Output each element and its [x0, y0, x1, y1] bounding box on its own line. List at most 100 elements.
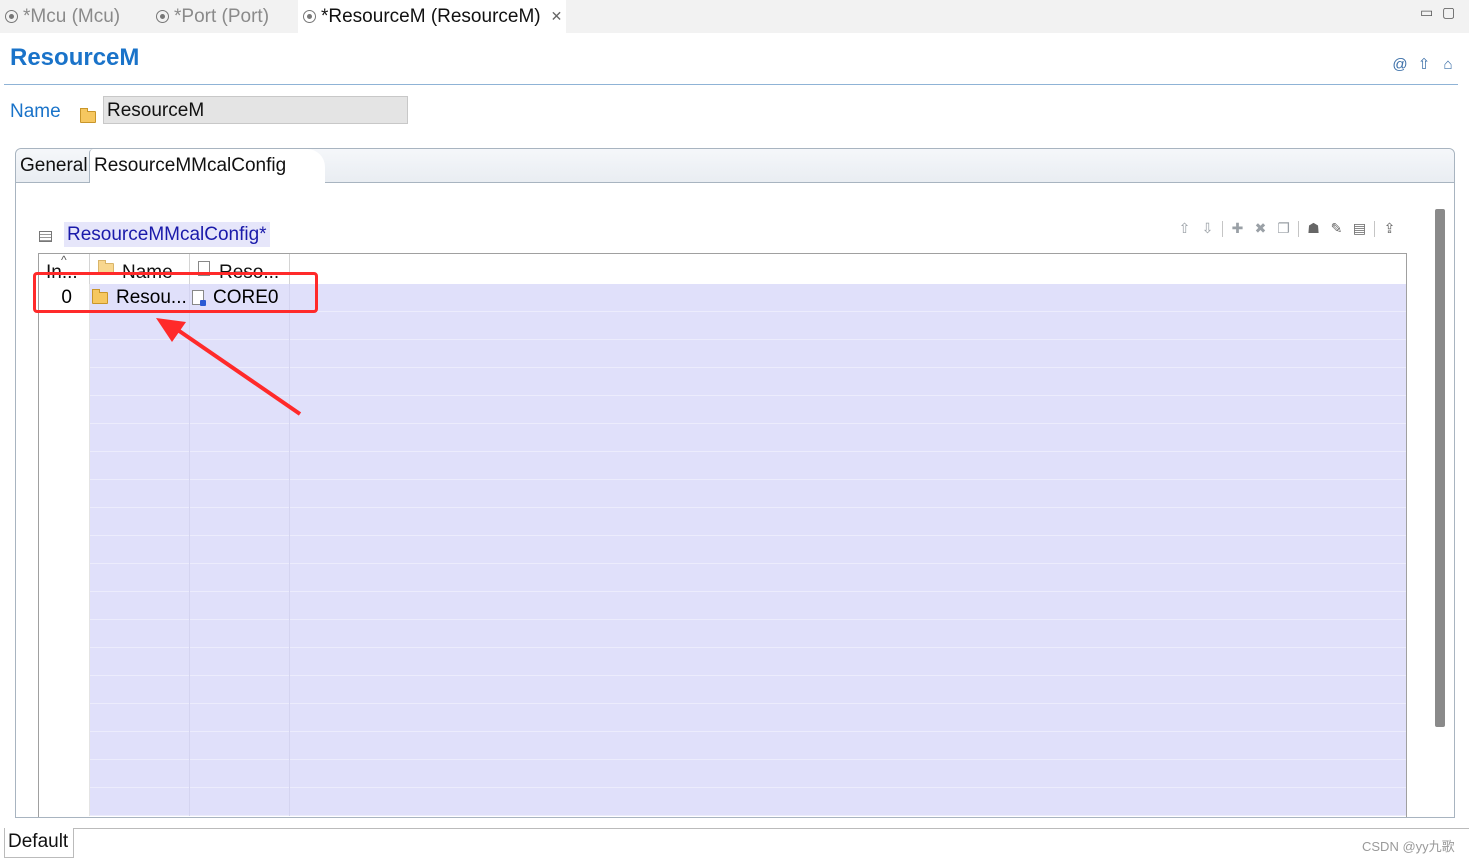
name-cell — [90, 396, 190, 424]
empty-table-row — [39, 368, 1406, 396]
index-cell — [39, 592, 90, 620]
empty-table-row — [39, 760, 1406, 788]
name-cell — [90, 648, 190, 676]
name-cell — [90, 508, 190, 536]
delete-icon[interactable]: ✖ — [1252, 220, 1269, 237]
index-cell — [39, 536, 90, 564]
toolbar-separator — [1374, 220, 1375, 237]
empty-table-row — [39, 424, 1406, 452]
name-cell — [90, 340, 190, 368]
maximize-button[interactable]: ▢ — [1442, 4, 1455, 21]
empty-table-row — [39, 312, 1406, 340]
title-divider — [4, 84, 1458, 85]
section-title[interactable]: ResourceMMcalConfig* — [64, 222, 270, 247]
resource-cell — [190, 508, 290, 536]
resource-cell — [190, 564, 290, 592]
empty-table-row — [39, 676, 1406, 704]
resource-cell — [190, 368, 290, 396]
bottom-divider — [74, 828, 1469, 829]
home-icon[interactable]: ⌂ — [1440, 56, 1456, 74]
tab-resourcemmcalconfig[interactable]: ResourceMMcalConfig — [89, 149, 325, 183]
table-body: 0 Resou... CORE0 — [39, 284, 1406, 817]
editor-tab-resourcem[interactable]: *ResourceM (ResourceM) ✕ — [298, 0, 566, 33]
vertical-scrollbar[interactable] — [1434, 183, 1452, 816]
resource-cell — [190, 452, 290, 480]
resource-cell — [190, 424, 290, 452]
index-cell — [39, 620, 90, 648]
toolbar-separator — [1222, 220, 1223, 237]
index-cell — [39, 732, 90, 760]
empty-table-row — [39, 620, 1406, 648]
name-cell — [90, 788, 190, 816]
name-cell — [90, 452, 190, 480]
user-icon[interactable]: ☗ — [1305, 220, 1322, 237]
module-config-icon — [4, 9, 19, 24]
edit-icon[interactable]: ✎ — [1328, 220, 1345, 237]
name-label[interactable]: Name — [10, 101, 61, 123]
name-field[interactable]: ResourceM — [103, 96, 408, 124]
name-cell — [90, 480, 190, 508]
index-cell — [39, 396, 90, 424]
form-header-toolbar: @ ⇧ ⌂ — [1392, 56, 1456, 74]
name-cell — [90, 760, 190, 788]
empty-table-row — [39, 536, 1406, 564]
table-edit-icon[interactable]: ▤ — [1351, 220, 1368, 237]
folder-icon — [80, 108, 96, 123]
table-toolbar: ⇧ ⇩ ✚ ✖ ❐ ☗ ✎ ▤ ⇪ — [1176, 220, 1398, 237]
name-cell — [90, 312, 190, 340]
index-cell — [39, 760, 90, 788]
name-cell — [90, 620, 190, 648]
tab-strip: General ResourceMMcalConfig — [16, 149, 1454, 183]
empty-table-row — [39, 480, 1406, 508]
add-icon[interactable]: ✚ — [1229, 220, 1246, 237]
module-config-icon — [155, 9, 170, 24]
resource-cell — [190, 648, 290, 676]
copy-icon[interactable]: ❐ — [1275, 220, 1292, 237]
resource-cell — [190, 704, 290, 732]
index-cell — [39, 368, 90, 396]
minimize-button[interactable]: ▭ — [1420, 4, 1433, 21]
move-up-icon[interactable]: ⇧ — [1176, 220, 1193, 237]
import-icon[interactable]: ⇪ — [1381, 220, 1398, 237]
module-config-icon — [302, 9, 317, 24]
resource-cell — [190, 592, 290, 620]
resource-cell — [190, 620, 290, 648]
empty-table-row — [39, 592, 1406, 620]
close-icon[interactable]: ✕ — [551, 8, 563, 25]
at-icon[interactable]: @ — [1392, 56, 1408, 74]
resource-cell — [190, 480, 290, 508]
page-tab-default[interactable]: Default — [4, 828, 74, 858]
name-cell — [90, 592, 190, 620]
index-cell — [39, 676, 90, 704]
empty-table-row — [39, 564, 1406, 592]
name-cell — [90, 732, 190, 760]
up-arrow-icon[interactable]: ⇧ — [1416, 56, 1432, 74]
empty-table-row — [39, 396, 1406, 424]
tab-general[interactable]: General — [16, 149, 89, 182]
config-table: ^ In... Name Reso... 0 Resou... CORE0 — [38, 253, 1407, 817]
editor-tab-label: *Port (Port) — [174, 5, 270, 27]
index-cell — [39, 480, 90, 508]
index-cell — [39, 788, 90, 816]
toolbar-separator — [1298, 220, 1299, 237]
name-cell — [90, 704, 190, 732]
index-cell — [39, 424, 90, 452]
editor-tab-label: *ResourceM (ResourceM) — [321, 5, 541, 27]
resource-cell — [190, 536, 290, 564]
index-cell — [39, 452, 90, 480]
move-down-icon[interactable]: ⇩ — [1199, 220, 1216, 237]
empty-table-row — [39, 732, 1406, 760]
name-cell — [90, 676, 190, 704]
empty-table-row — [39, 340, 1406, 368]
scrollbar-thumb[interactable] — [1435, 209, 1445, 727]
resource-cell — [190, 788, 290, 816]
resource-cell — [190, 676, 290, 704]
annotation-highlight-box — [33, 272, 318, 313]
empty-table-row — [39, 704, 1406, 732]
editor-tab-mcu[interactable]: *Mcu (Mcu) — [4, 0, 120, 33]
index-cell — [39, 312, 90, 340]
index-cell — [39, 704, 90, 732]
editor-tab-port[interactable]: *Port (Port) — [155, 0, 269, 33]
form-title: ResourceM — [10, 44, 140, 71]
empty-table-row — [39, 648, 1406, 676]
